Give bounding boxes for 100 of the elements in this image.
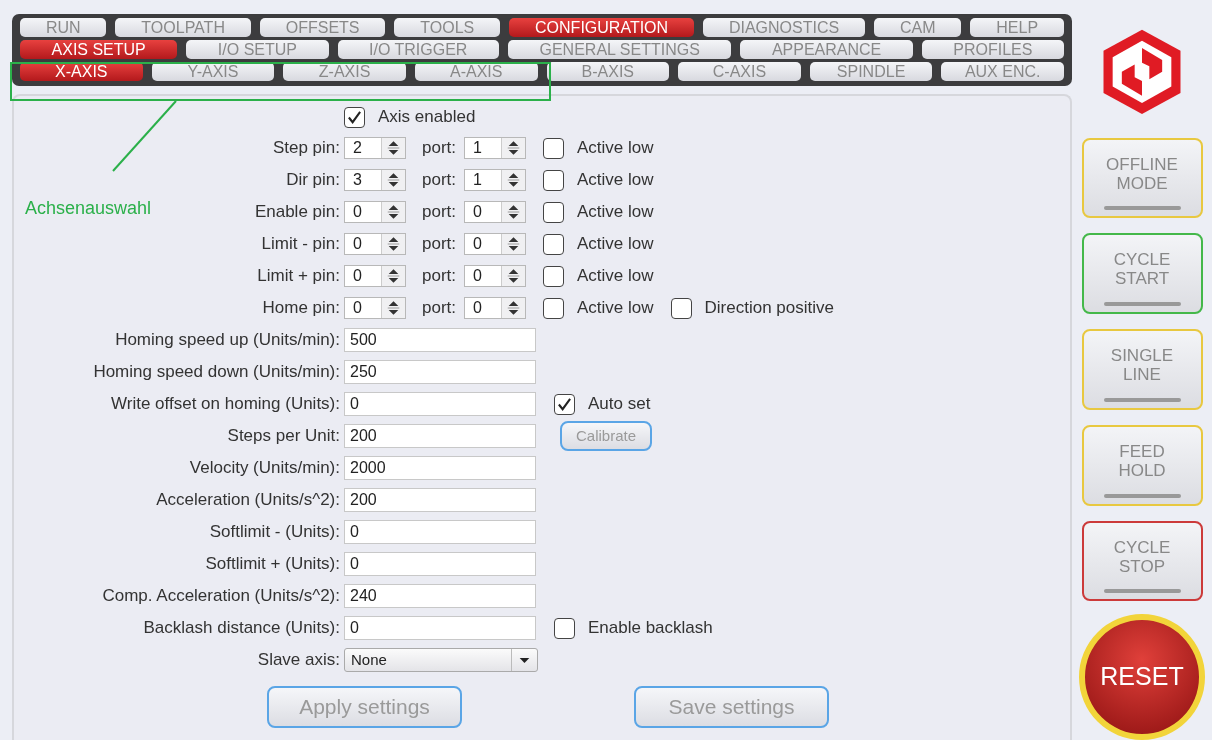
field-label: port: bbox=[422, 297, 457, 320]
field-label: Steps per Unit: bbox=[227, 426, 340, 446]
spin-arrows-icon bbox=[501, 170, 526, 190]
input-field[interactable]: 2000 bbox=[344, 456, 536, 480]
checkbox[interactable] bbox=[554, 617, 575, 639]
spin-box[interactable]: 0 bbox=[344, 265, 406, 287]
checkbox[interactable] bbox=[543, 201, 565, 223]
field-label: Backlash distance (Units): bbox=[143, 618, 340, 638]
field-label: Dir pin: bbox=[286, 170, 340, 190]
control-button[interactable]: CYCLE STOP bbox=[1081, 520, 1203, 602]
field-label: Home pin: bbox=[262, 298, 340, 318]
checkbox[interactable] bbox=[554, 393, 575, 415]
input-field[interactable]: 500 bbox=[344, 328, 536, 352]
tab[interactable]: TOOLS bbox=[394, 18, 501, 37]
field-label: port: bbox=[422, 169, 457, 192]
spin-box[interactable]: 1 bbox=[464, 137, 527, 159]
tab[interactable]: B-AXIS bbox=[546, 62, 670, 81]
tab[interactable]: TOOLPATH bbox=[115, 18, 251, 37]
spin-arrows-icon bbox=[501, 202, 526, 222]
tab[interactable]: DIAGNOSTICS bbox=[703, 18, 866, 37]
tab[interactable]: C-AXIS bbox=[678, 62, 801, 81]
field-label: Softlimit - (Units): bbox=[209, 522, 340, 542]
tab[interactable]: SPINDLE bbox=[809, 62, 933, 81]
reset-button[interactable]: RESET bbox=[1079, 614, 1205, 740]
spin-arrows-icon bbox=[381, 234, 405, 254]
checkbox[interactable] bbox=[670, 297, 692, 319]
checkbox-label: Active low bbox=[577, 233, 654, 256]
control-button[interactable]: FEED HOLD bbox=[1081, 424, 1203, 506]
tab[interactable]: CONFIGURATION bbox=[509, 18, 694, 37]
spin-box[interactable]: 3 bbox=[344, 169, 406, 191]
spin-arrows-icon bbox=[501, 298, 526, 318]
tab[interactable]: AUX ENC. bbox=[941, 62, 1064, 81]
checkbox-label: Active low bbox=[577, 297, 654, 320]
input-field[interactable]: 200 bbox=[344, 488, 536, 512]
control-button[interactable]: CYCLE START bbox=[1081, 233, 1203, 315]
field-label: port: bbox=[422, 137, 457, 160]
spin-arrows-icon bbox=[501, 266, 526, 286]
spin-box[interactable]: 0 bbox=[464, 297, 527, 319]
tab[interactable]: OFFSETS bbox=[259, 18, 386, 37]
spin-arrows-icon bbox=[501, 234, 526, 254]
field-label: Limit + pin: bbox=[257, 266, 340, 286]
field-label: Write offset on homing (Units): bbox=[111, 394, 340, 414]
input-field[interactable]: 0 bbox=[344, 552, 536, 576]
field-label: Homing speed up (Units/min): bbox=[115, 330, 340, 350]
checkbox[interactable] bbox=[543, 137, 565, 159]
checkbox-label: Active low bbox=[577, 137, 654, 160]
spin-arrows-icon bbox=[381, 266, 405, 286]
checkbox[interactable] bbox=[543, 265, 565, 287]
spin-box[interactable]: 0 bbox=[344, 297, 406, 319]
field-label: Slave axis: bbox=[257, 650, 340, 670]
annotation-label: Achsenauswahl bbox=[25, 197, 152, 220]
spin-box[interactable]: 0 bbox=[464, 201, 527, 223]
field-label: port: bbox=[422, 265, 457, 288]
input-field[interactable]: 0 bbox=[344, 520, 536, 544]
input-field[interactable]: 200 bbox=[344, 424, 536, 448]
tab[interactable]: X-AXIS bbox=[20, 62, 143, 81]
spin-box[interactable]: 2 bbox=[344, 137, 406, 159]
tab[interactable]: I/O TRIGGER bbox=[337, 40, 499, 59]
spin-box[interactable]: 0 bbox=[464, 233, 527, 255]
control-button[interactable]: SINGLE LINE bbox=[1081, 329, 1203, 410]
tab[interactable]: HELP bbox=[970, 18, 1064, 37]
spin-box[interactable]: 0 bbox=[344, 201, 406, 223]
field-label: Limit - pin: bbox=[261, 234, 340, 254]
field-label: Homing speed down (Units/min): bbox=[93, 362, 340, 382]
tab[interactable]: Z-AXIS bbox=[283, 62, 406, 81]
input-field[interactable]: 0 bbox=[344, 616, 536, 640]
tab[interactable]: APPEARANCE bbox=[740, 40, 913, 59]
checkbox[interactable] bbox=[543, 297, 565, 319]
spin-box[interactable]: 1 bbox=[464, 169, 527, 191]
checkbox-label: Enable backlash bbox=[588, 617, 713, 640]
spin-arrows-icon bbox=[501, 138, 526, 158]
field-label: Softlimit + (Units): bbox=[205, 554, 340, 574]
checkbox-label: Auto set bbox=[588, 393, 651, 416]
field-label: Acceleration (Units/s^2): bbox=[156, 490, 340, 510]
tab[interactable]: I/O SETUP bbox=[186, 40, 329, 59]
tab[interactable]: CAM bbox=[874, 18, 962, 37]
tab[interactable]: RUN bbox=[20, 18, 107, 37]
checkbox-label: Axis enabled bbox=[378, 106, 476, 129]
checkbox[interactable] bbox=[344, 106, 365, 128]
field-label: port: bbox=[422, 233, 457, 256]
input-field[interactable]: 0 bbox=[344, 392, 536, 416]
checkbox[interactable] bbox=[543, 233, 565, 255]
spin-box[interactable]: 0 bbox=[464, 265, 527, 287]
tab[interactable]: GENERAL SETTINGS bbox=[507, 40, 732, 59]
dropdown[interactable]: None bbox=[344, 648, 538, 672]
spin-arrows-icon bbox=[381, 138, 405, 158]
tab[interactable]: AXIS SETUP bbox=[20, 40, 178, 59]
input-field[interactable]: 250 bbox=[344, 360, 536, 384]
field-label: Enable pin: bbox=[254, 202, 340, 222]
field-label: Comp. Acceleration (Units/s^2): bbox=[102, 586, 340, 606]
checkbox[interactable] bbox=[543, 169, 565, 191]
field-label: Velocity (Units/min): bbox=[189, 458, 340, 478]
checkbox-label: Active low bbox=[577, 265, 654, 288]
checkbox-label: Active low bbox=[577, 169, 654, 192]
tab[interactable]: PROFILES bbox=[921, 40, 1064, 59]
field-label: port: bbox=[422, 201, 457, 224]
spin-arrows-icon bbox=[381, 170, 405, 190]
input-field[interactable]: 240 bbox=[344, 584, 536, 608]
control-button[interactable]: OFFLINE MODE bbox=[1081, 137, 1203, 219]
spin-box[interactable]: 0 bbox=[344, 233, 406, 255]
